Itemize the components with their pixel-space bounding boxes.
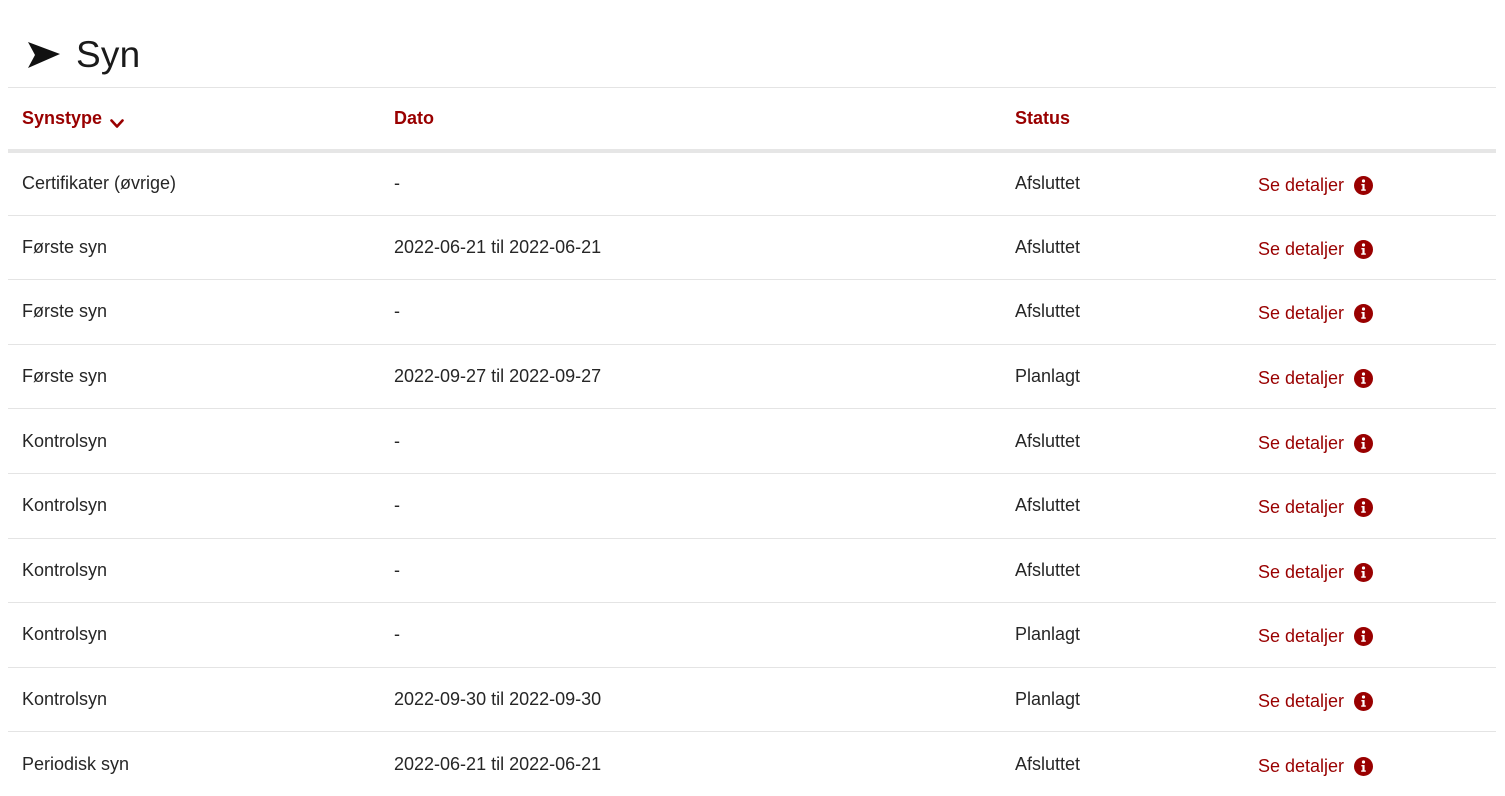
cell-dato: 2022-06-21 til 2022-06-21 [394,753,602,774]
section-heading: Syn [27,30,140,80]
cell-status: Afsluttet [1015,301,1081,322]
see-details-link[interactable]: Se detaljer [1258,175,1374,196]
see-details-label: Se detaljer [1258,432,1345,453]
column-header-status: Status [1015,107,1071,128]
info-circle-icon [1354,692,1374,712]
arrow-right-icon [27,41,61,69]
cell-synstype: Første syn [22,236,108,257]
cell-dato: - [394,624,400,645]
cell-actions: Se detaljer [1258,215,1496,280]
see-details-link[interactable]: Se detaljer [1258,432,1374,454]
cell-dato: - [394,559,400,580]
see-details-label: Se detaljer [1258,175,1345,196]
cell-actions: Se detaljer [1258,538,1496,603]
see-details-label: Se detaljer [1258,755,1345,776]
cell-dato: - [394,173,400,194]
cell-synstype: Kontrolsyn [22,495,108,516]
cell-actions: Se detaljer [1258,603,1496,668]
see-details-label: Se detaljer [1258,691,1345,712]
page-title: Syn [76,34,141,75]
cell-actions: Se detaljer [1258,667,1496,732]
cell-actions: Se detaljer [1258,473,1496,538]
column-header-dato: Dato [394,107,434,128]
see-details-label: Se detaljer [1258,303,1345,324]
see-details-link[interactable]: Se detaljer [1258,303,1374,324]
cell-dato: 2022-06-21 til 2022-06-21 [394,236,602,257]
cell-status: Afsluttet [1015,753,1081,774]
cell-dato: 2022-09-30 til 2022-09-30 [394,689,602,710]
table-row: Kontrolsyn - Afsluttet Se detaljer [8,473,1496,539]
see-details-link[interactable]: Se detaljer [1258,561,1374,583]
see-details-label: Se detaljer [1258,368,1345,389]
cell-synstype: Certifikater (øvrige) [22,173,177,194]
info-circle-icon [1354,627,1374,647]
column-header-label: Synstype [22,107,103,128]
table-header: Synstype Dato Status [8,87,1496,151]
cell-dato: 2022-09-27 til 2022-09-27 [394,366,602,387]
cell-status: Afsluttet [1015,236,1081,257]
cell-actions: Se detaljer [1258,732,1496,796]
see-details-link[interactable]: Se detaljer [1258,626,1374,647]
cell-synstype: Første syn [22,366,108,387]
cell-dato: - [394,301,400,322]
info-circle-icon [1354,562,1374,582]
cell-status: Afsluttet [1015,495,1081,516]
cell-actions: Se detaljer [1258,151,1496,216]
sort-synstype-button[interactable]: Synstype [22,108,124,129]
syn-table: Synstype Dato Status Certifikater (øvrig [8,87,1496,796]
cell-synstype: Kontrolsyn [22,624,108,645]
column-header-actions [1258,88,1496,151]
info-circle-icon [1354,304,1374,324]
cell-status: Afsluttet [1015,559,1081,580]
cell-status: Planlagt [1015,624,1081,645]
cell-status: Afsluttet [1015,173,1081,194]
cell-synstype: Første syn [22,301,108,322]
see-details-label: Se detaljer [1258,626,1345,647]
info-circle-icon [1354,498,1374,518]
info-circle-icon [1354,369,1374,389]
cell-actions: Se detaljer [1258,280,1496,345]
cell-status: Planlagt [1015,366,1081,387]
see-details-label: Se detaljer [1258,561,1345,582]
table-row: Kontrolsyn - Planlagt Se detaljer [8,603,1496,668]
see-details-link[interactable]: Se detaljer [1258,691,1374,712]
cell-actions: Se detaljer [1258,344,1496,409]
page: Syn Synstype Dato Status Certifikater (ø… [0,0,1505,796]
table-body: Certifikater (øvrige) - Afsluttet Se detalj… [8,151,1496,796]
table-header-row: Synstype Dato Status [8,87,1496,151]
cell-status: Planlagt [1015,689,1081,710]
info-circle-icon [1354,239,1374,259]
info-circle-icon [1354,433,1374,453]
cell-synstype: Kontrolsyn [22,430,108,451]
cell-synstype: Kontrolsyn [22,689,108,710]
syn-table-container: Synstype Dato Status Certifikater (øvrig [8,87,1496,796]
cell-actions: Se detaljer [1258,409,1496,474]
table-row: Første syn 2022-09-27 til 2022-09-27 Planl… [8,344,1496,409]
table-row: Første syn - Afsluttet Se detaljer [8,280,1496,345]
see-details-link[interactable]: Se detaljer [1258,238,1374,260]
table-row: Certifikater (øvrige) - Afsluttet Se detalj… [8,151,1496,216]
info-circle-icon [1354,756,1374,776]
see-details-label: Se detaljer [1258,238,1345,259]
column-header-synstype[interactable]: Synstype [8,88,380,151]
cell-dato: - [394,495,400,516]
table-row: Kontrolsyn - Afsluttet Se detaljer [8,538,1496,603]
info-circle-icon [1354,176,1374,196]
table-row: Periodisk syn 2022-06-21 til 2022-06-21 Af… [8,732,1496,796]
cell-status: Afsluttet [1015,430,1081,451]
cell-dato: - [394,430,400,451]
cell-synstype: Kontrolsyn [22,559,108,580]
see-details-link[interactable]: Se detaljer [1258,368,1374,389]
cell-synstype: Periodisk syn [22,753,130,774]
table-row: Kontrolsyn - Afsluttet Se detaljer [8,409,1496,474]
see-details-link[interactable]: Se detaljer [1258,755,1374,777]
see-details-label: Se detaljer [1258,497,1345,518]
table-row: Første syn 2022-06-21 til 2022-06-21 Afslu… [8,215,1496,280]
see-details-link[interactable]: Se detaljer [1258,497,1374,518]
chevron-down-icon [110,113,124,129]
table-row: Kontrolsyn 2022-09-30 til 2022-09-30 Planl… [8,667,1496,732]
